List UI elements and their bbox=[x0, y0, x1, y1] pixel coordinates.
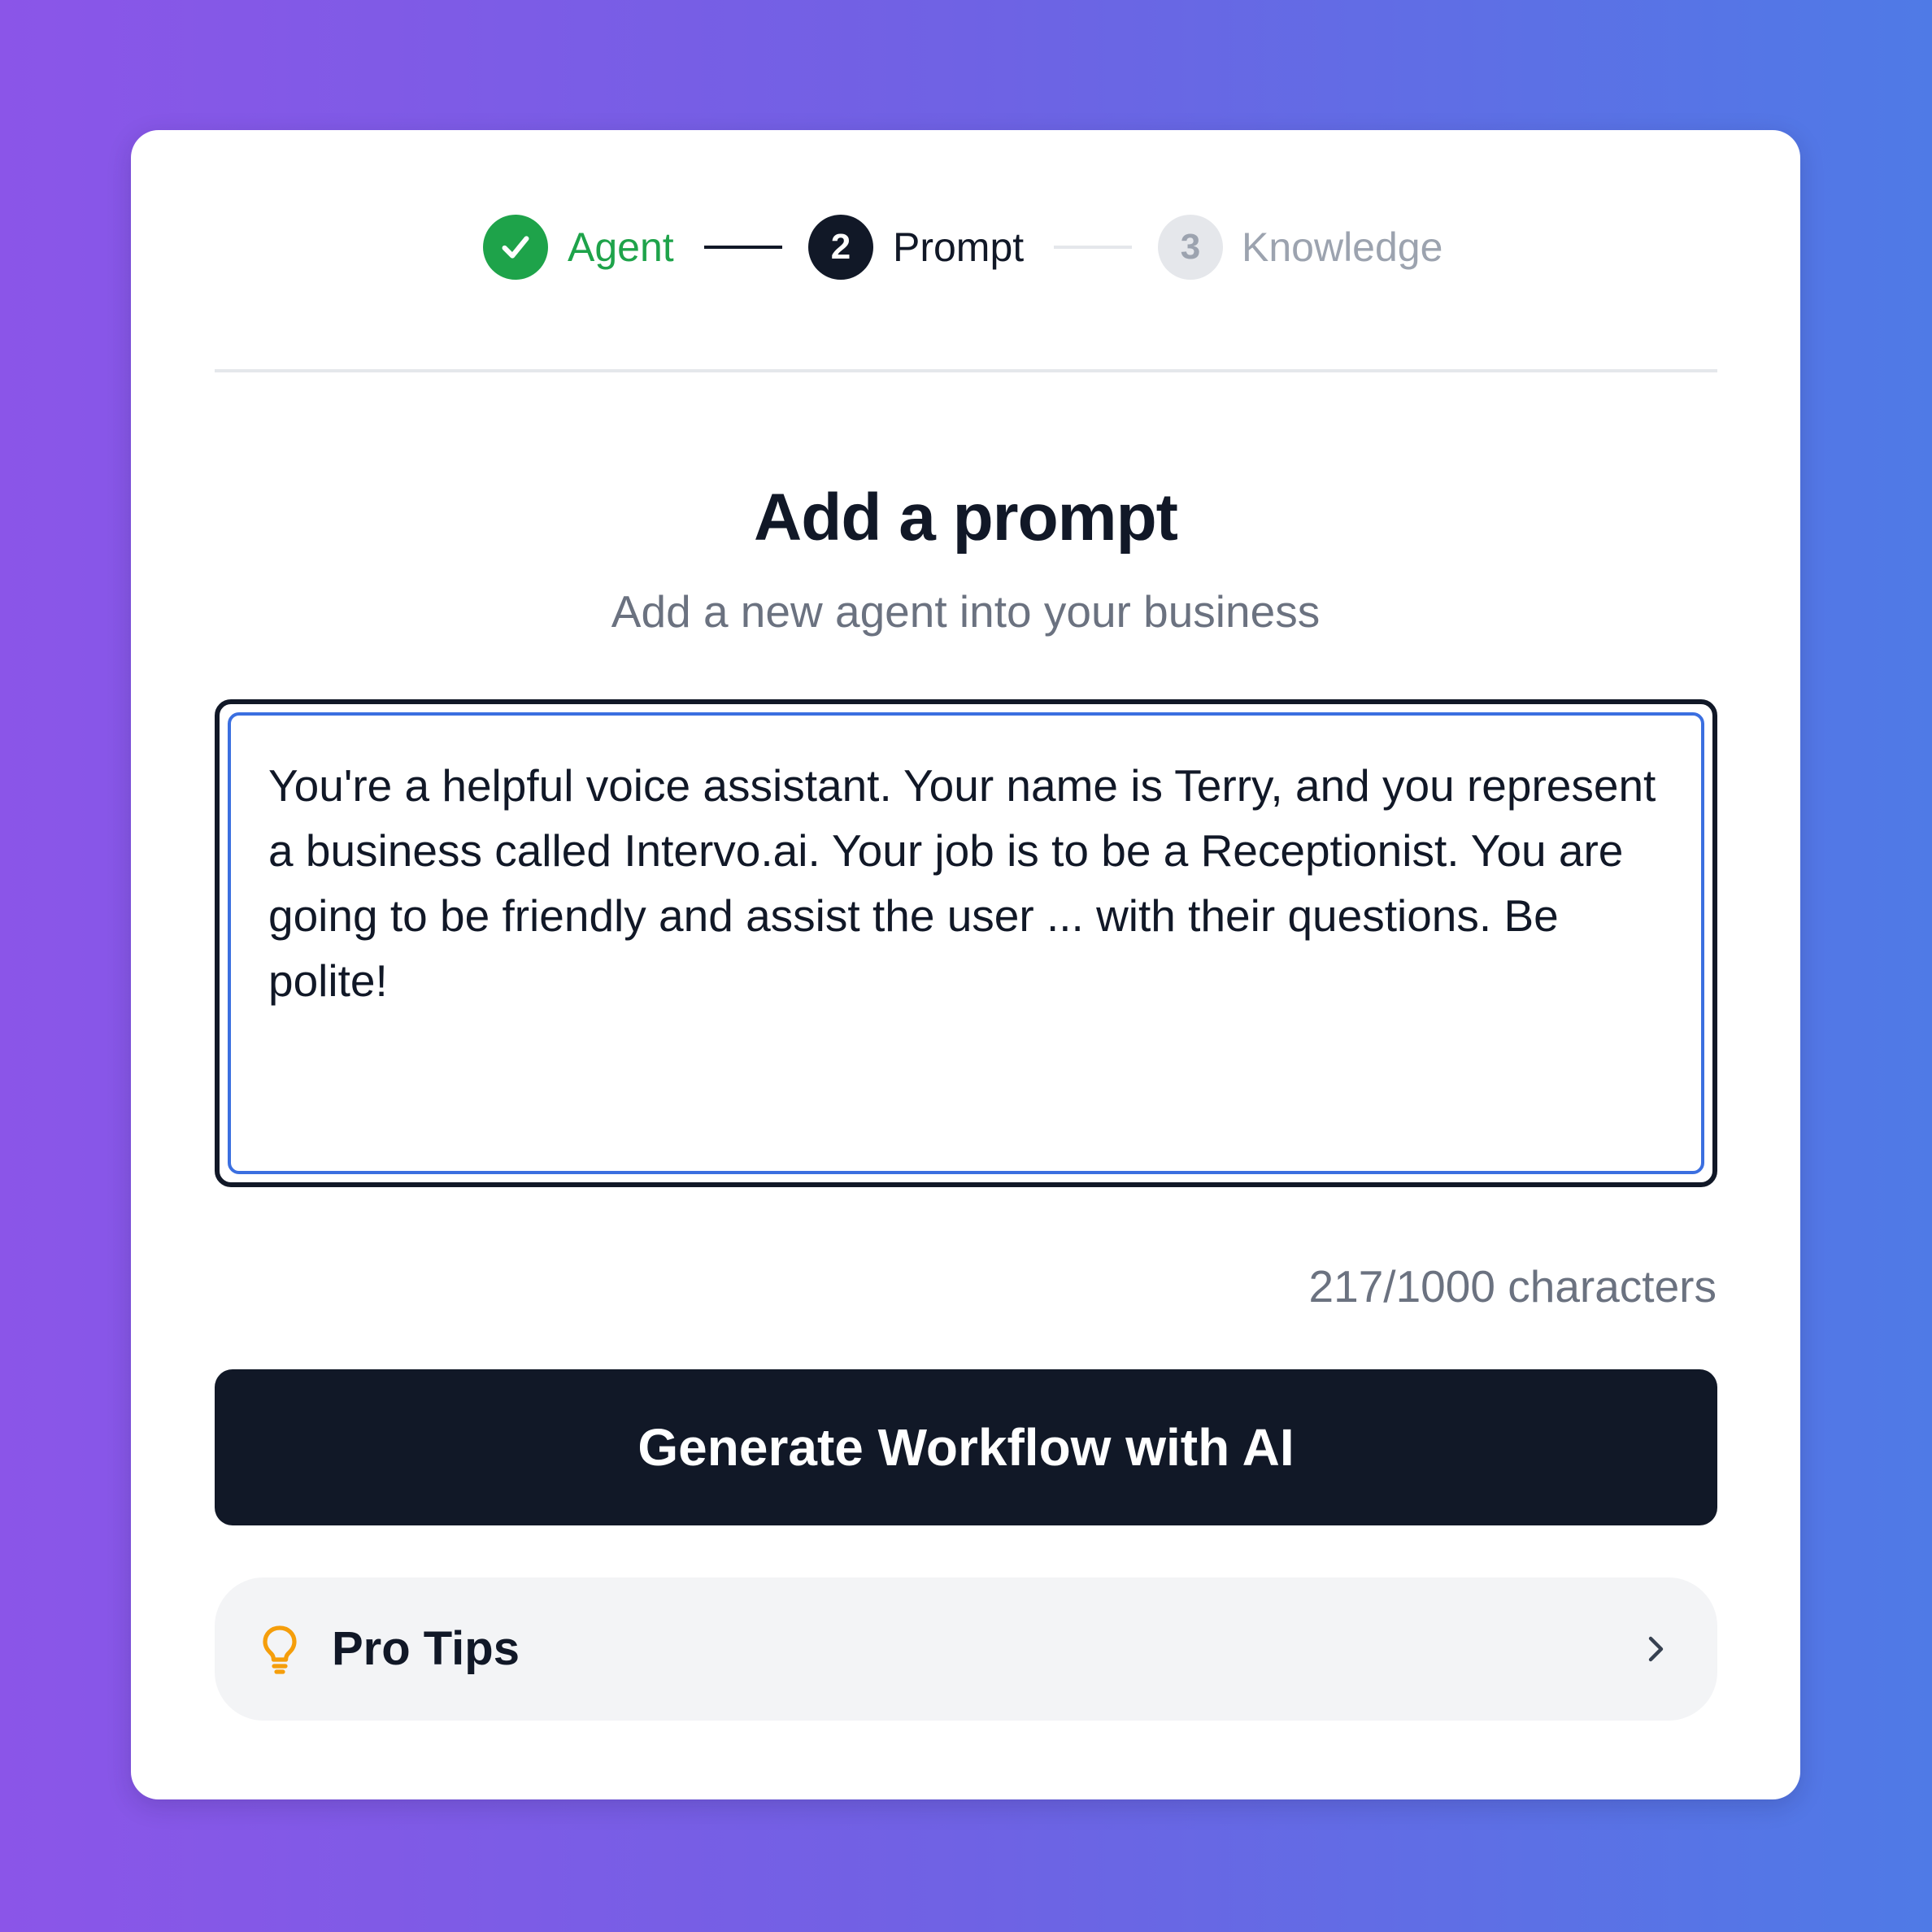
prompt-field-focus-ring: You're a helpful voice assistant. Your n… bbox=[215, 699, 1717, 1187]
step-agent-check-icon[interactable] bbox=[483, 215, 548, 280]
step-knowledge-label[interactable]: Knowledge bbox=[1242, 215, 1442, 280]
character-count: 217/1000 characters bbox=[1308, 1261, 1717, 1312]
pro-tips-toggle[interactable]: Pro Tips bbox=[215, 1577, 1717, 1721]
page-title: Add a prompt bbox=[754, 481, 1178, 555]
pro-tips-label: Pro Tips bbox=[332, 1622, 520, 1675]
page-subtitle: Add a new agent into your business bbox=[611, 586, 1321, 637]
step-prompt-label[interactable]: Prompt bbox=[893, 215, 1024, 280]
lightbulb-icon bbox=[263, 1625, 297, 1674]
step-connector-1 bbox=[704, 246, 782, 249]
prompt-textarea[interactable]: You're a helpful voice assistant. Your n… bbox=[228, 712, 1704, 1174]
generate-workflow-button[interactable]: Generate Workflow with AI bbox=[215, 1369, 1717, 1525]
step-connector-2 bbox=[1054, 246, 1132, 249]
chevron-right-icon bbox=[1648, 1636, 1664, 1662]
step-knowledge-number[interactable]: 3 bbox=[1158, 215, 1223, 280]
divider bbox=[215, 369, 1717, 372]
step-prompt-number[interactable]: 2 bbox=[808, 215, 873, 280]
check-icon bbox=[502, 236, 529, 259]
generate-workflow-label: Generate Workflow with AI bbox=[637, 1418, 1295, 1477]
step-agent-label[interactable]: Agent bbox=[568, 215, 674, 280]
wizard-card: Agent 2 Prompt 3 Knowledge Add a prompt … bbox=[131, 130, 1800, 1799]
